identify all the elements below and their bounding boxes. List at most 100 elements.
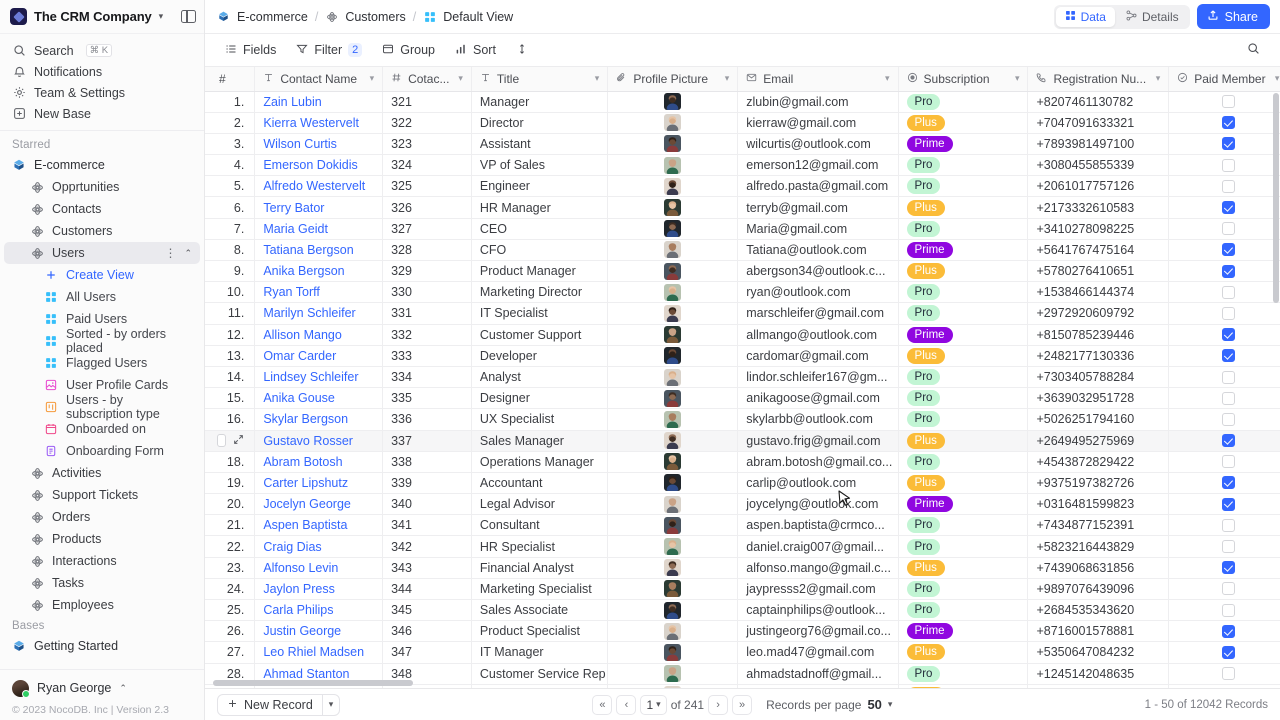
cell-profile-picture[interactable]	[607, 175, 739, 198]
chevron-down-icon[interactable]: ▾	[885, 73, 890, 84]
vertical-scrollbar[interactable]	[1273, 93, 1279, 303]
paid-member-checkbox[interactable]	[1221, 476, 1235, 490]
cell-subscription[interactable]: Plus	[898, 557, 1029, 579]
chevron-down-icon[interactable]: ▾	[1156, 73, 1161, 84]
cell-registration-number[interactable]: +3639032951728	[1027, 387, 1170, 410]
chevron-down-icon[interactable]: ▾	[1275, 73, 1280, 84]
cell-contact-number[interactable]: 327	[382, 218, 472, 240]
cell-index[interactable]: 9.	[205, 260, 256, 283]
cell-contact-name[interactable]: Wilson Curtis	[254, 133, 384, 156]
cell-index[interactable]: 10.	[205, 281, 256, 304]
cell-email[interactable]: marschleifer@gmail.com	[737, 302, 899, 325]
cell-paid-member[interactable]	[1168, 175, 1280, 198]
cell-paid-member[interactable]	[1168, 112, 1280, 134]
chevron-up-icon[interactable]: ⌃	[184, 248, 192, 258]
cell-registration-number[interactable]: +2173332610583	[1027, 196, 1170, 219]
cell-profile-picture[interactable]	[607, 599, 739, 622]
cell-profile-picture[interactable]	[607, 620, 739, 643]
table-row[interactable]: 4. Emerson Dokidis 324 VP of Sales emerson12…	[205, 154, 1280, 177]
cell-contact-number[interactable]: 341	[382, 514, 472, 537]
cell-registration-number[interactable]: +5780276410651	[1027, 260, 1170, 283]
cell-paid-member[interactable]	[1168, 684, 1280, 688]
cell-subscription[interactable]: Pro	[898, 514, 1029, 537]
cell-contact-name[interactable]: Jocelyn George	[254, 493, 384, 516]
paid-member-checkbox[interactable]	[1221, 582, 1235, 596]
account-menu[interactable]: Ryan George ⌃	[0, 676, 204, 700]
cell-profile-picture[interactable]	[607, 493, 739, 516]
cell-index[interactable]: 16.	[205, 408, 256, 431]
cell-profile-picture[interactable]	[607, 260, 739, 283]
cell-title[interactable]: Financial Analyst	[471, 557, 609, 579]
table-row[interactable]: 1. Zain Lubin 321 Manager zlubin@gmail.com Pr…	[205, 91, 1280, 113]
paid-member-checkbox[interactable]	[1221, 349, 1235, 363]
col-header-profile-picture[interactable]: Profile Picture ▾	[607, 67, 739, 92]
cell-title[interactable]: Consultant	[471, 514, 609, 537]
cell-profile-picture[interactable]	[607, 663, 739, 685]
col-header-contact-number[interactable]: Cotac... ▾	[382, 67, 472, 92]
cell-registration-number[interactable]: +2061017757126	[1027, 175, 1170, 198]
paid-member-checkbox[interactable]	[1221, 497, 1235, 511]
cell-title[interactable]: Customer Support	[471, 324, 609, 346]
table-row[interactable]: 18. Abram Botosh 338 Operations Manager abra…	[205, 451, 1280, 473]
cell-paid-member[interactable]	[1168, 451, 1280, 473]
table-row[interactable]: 10. Ryan Torff 330 Marketing Director ryan@o…	[205, 281, 1280, 304]
cell-email[interactable]: zlubin@gmail.com	[737, 91, 899, 113]
cell-subscription[interactable]: Plus	[898, 684, 1029, 688]
sidebar-base-getting-started[interactable]: Getting Started	[0, 635, 204, 657]
table-row[interactable]: 15. Anika Gouse 335 Designer anikagoose@gmai…	[205, 387, 1280, 410]
cell-subscription[interactable]: Plus	[898, 472, 1029, 495]
paid-member-checkbox[interactable]	[1221, 179, 1235, 193]
sidebar-table-activities[interactable]: Activities	[4, 462, 200, 484]
cell-contact-number[interactable]: 321	[382, 91, 472, 113]
cell-email[interactable]: abram.botosh@gmail.co...	[737, 451, 899, 473]
cell-index[interactable]: 2.	[205, 112, 256, 134]
sidebar-item-search[interactable]: Search ⌘ K	[0, 40, 204, 61]
cell-title[interactable]: CFO	[471, 239, 609, 262]
cell-paid-member[interactable]	[1168, 324, 1280, 346]
sidebar-table-opprtunities[interactable]: Opprtunities	[4, 176, 200, 198]
paid-member-checkbox[interactable]	[1221, 285, 1235, 299]
cell-subscription[interactable]: Plus	[898, 430, 1029, 452]
paid-member-checkbox[interactable]	[1221, 158, 1235, 172]
sidebar-item-team-settings[interactable]: Team & Settings	[0, 82, 204, 103]
cell-registration-number[interactable]: +1245142048635	[1027, 663, 1170, 685]
chevron-down-icon[interactable]: ▾	[595, 73, 600, 84]
cell-index[interactable]: 5.	[205, 175, 256, 198]
cell-contact-name[interactable]: Omar Carder	[254, 345, 384, 367]
col-header-subscription[interactable]: Subscription ▾	[898, 67, 1029, 92]
cell-registration-number[interactable]: +3080455855339	[1027, 154, 1170, 177]
table-row[interactable]: 3. Wilson Curtis 323 Assistant wilcurtis@out…	[205, 133, 1280, 156]
filter-button[interactable]: Filter 2	[288, 39, 370, 62]
cell-profile-picture[interactable]	[607, 196, 739, 219]
cell-paid-member[interactable]	[1168, 366, 1280, 389]
cell-index[interactable]: 22.	[205, 535, 256, 558]
cell-email[interactable]: ahmadstadnoff@gmail...	[737, 663, 899, 685]
cell-contact-name[interactable]: Lindsey Schleifer	[254, 366, 384, 389]
cell-contact-name[interactable]: Aspen Baptista	[254, 514, 384, 537]
cell-paid-member[interactable]	[1168, 345, 1280, 367]
sidebar-view-sorted-by-orders-placed[interactable]: Sorted - by orders placed	[4, 327, 200, 355]
cell-contact-number[interactable]: 343	[382, 557, 472, 579]
col-header-paid-member[interactable]: Paid Member ▾	[1168, 67, 1280, 92]
next-page-button[interactable]: ›	[708, 694, 729, 715]
cell-contact-name[interactable]: Skylar Bergson	[254, 408, 384, 431]
sidebar-table-orders[interactable]: Orders	[4, 506, 200, 528]
cell-title[interactable]: Product Specialist	[471, 620, 609, 643]
paid-member-checkbox[interactable]	[1221, 645, 1235, 659]
breadcrumb-item-table[interactable]: Customers	[325, 10, 406, 24]
col-header-contact-name[interactable]: Contact Name ▾	[254, 67, 384, 92]
cell-paid-member[interactable]	[1168, 408, 1280, 431]
cell-title[interactable]: IT Manager	[471, 641, 609, 664]
cell-index[interactable]	[205, 430, 256, 452]
cell-contact-number[interactable]: 338	[382, 451, 472, 473]
cell-contact-name[interactable]: Anika Bergson	[254, 260, 384, 283]
sidebar-table-products[interactable]: Products	[4, 528, 200, 550]
cell-paid-member[interactable]	[1168, 281, 1280, 304]
cell-contact-name[interactable]: Allison Mango	[254, 324, 384, 346]
cell-profile-picture[interactable]	[607, 514, 739, 537]
cell-profile-picture[interactable]	[607, 154, 739, 177]
cell-profile-picture[interactable]	[607, 112, 739, 134]
toggle-sidebar-icon[interactable]	[181, 9, 196, 24]
cell-subscription[interactable]: Pro	[898, 218, 1029, 240]
cell-profile-picture[interactable]	[607, 472, 739, 495]
